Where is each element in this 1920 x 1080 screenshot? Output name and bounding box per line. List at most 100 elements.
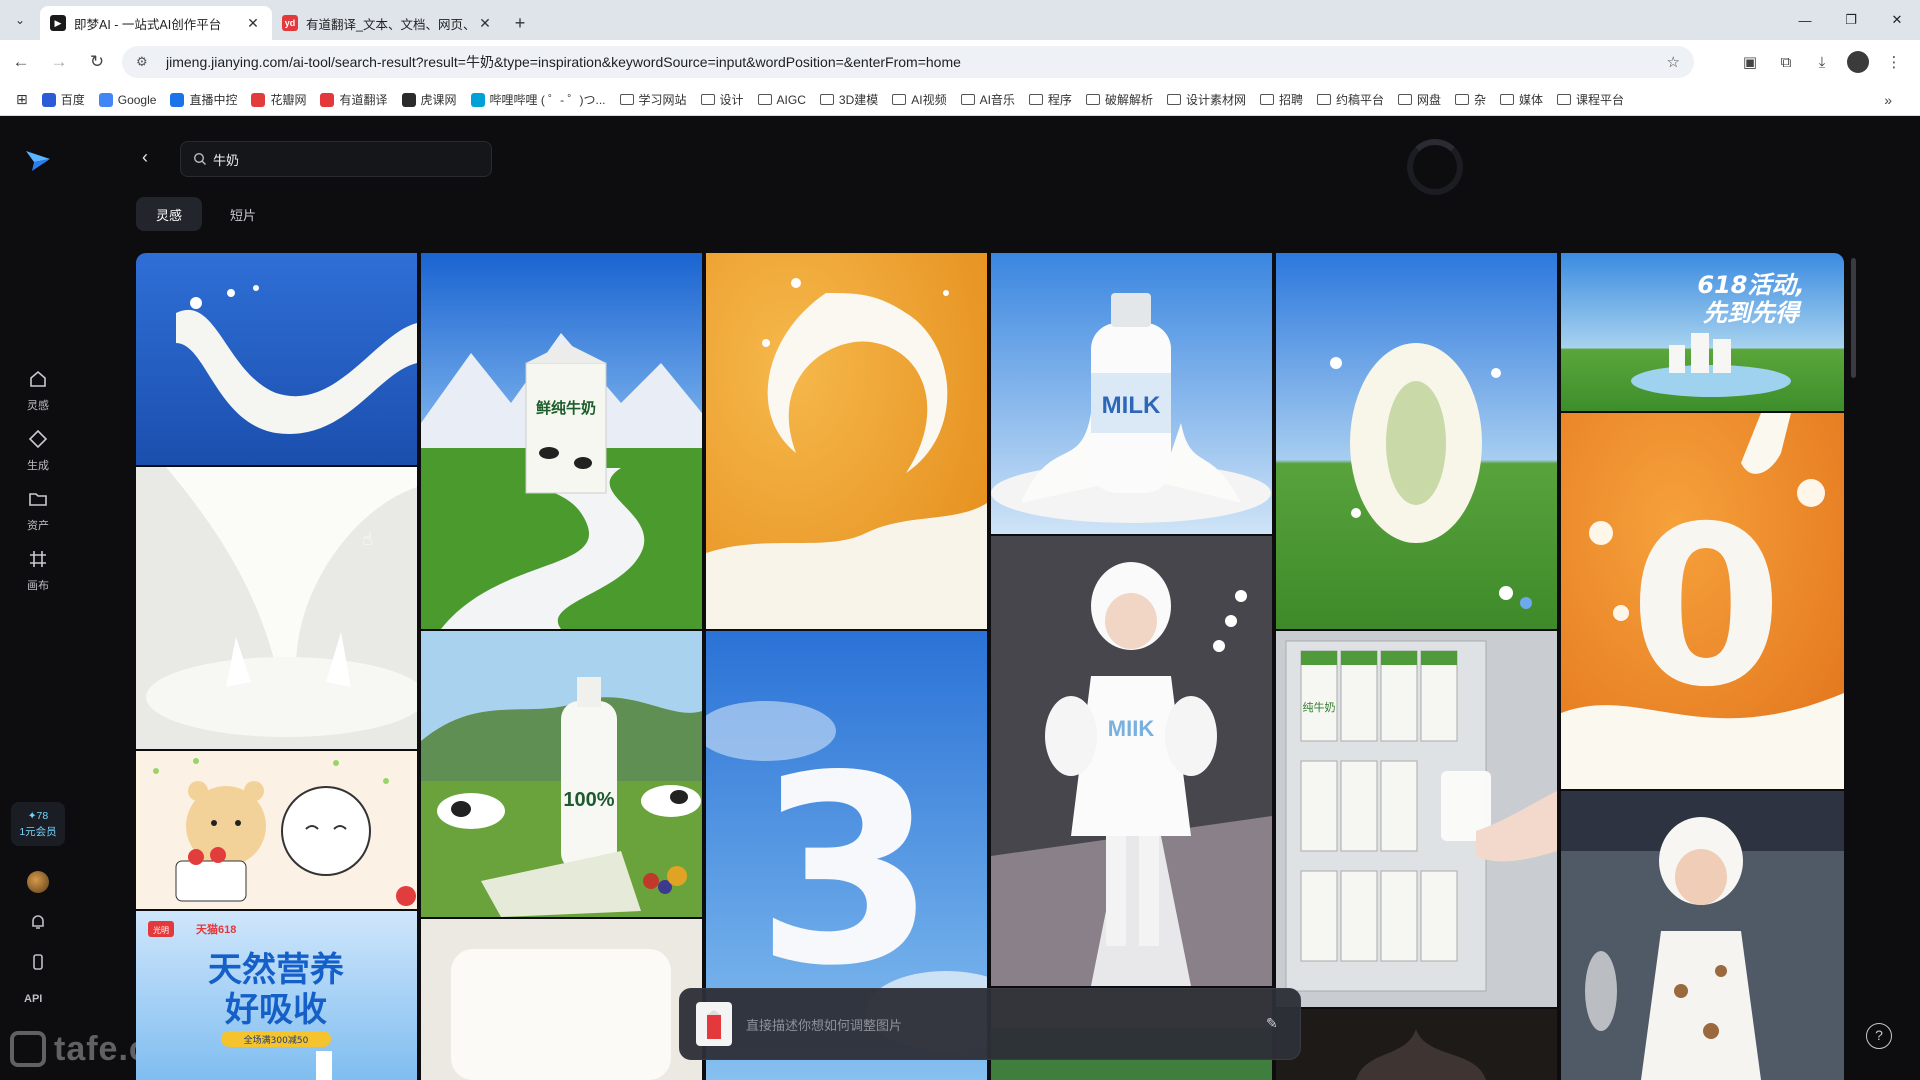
bookmark-item[interactable]: 杂 — [1455, 91, 1486, 108]
bookmark-item[interactable]: 招聘 — [1259, 91, 1303, 108]
big-number: 0 — [1629, 479, 1782, 735]
card-poster-tmall-618[interactable]: 光明 天猫618 天然营养 好吸收 全场满300减50 — [136, 911, 417, 1080]
card-bear-cake-cartoon[interactable] — [136, 751, 417, 909]
tab-search-chevron-icon[interactable]: ⌄ — [0, 0, 40, 40]
bookmark-label: 设计 — [719, 93, 744, 107]
card-orange-splash[interactable] — [706, 253, 987, 629]
profile-avatar[interactable] — [1847, 51, 1869, 73]
bookmark-item[interactable]: 破解解析 — [1085, 91, 1153, 108]
smoke-dark-image — [1276, 1009, 1557, 1080]
tab-inspiration[interactable]: 灵感 — [136, 197, 203, 231]
bookmark-label: 花瓣网 — [270, 93, 307, 107]
reference-thumbnail[interactable] — [696, 1002, 732, 1046]
bookmark-item[interactable]: 花瓣网 — [251, 91, 306, 108]
edit-prompt-box[interactable]: 直接描述你想如何调整图片 ✎ — [679, 988, 1301, 1060]
folder-icon — [892, 94, 907, 105]
bookmark-item[interactable]: 课程平台 — [1557, 91, 1624, 108]
bookmark-item[interactable]: 约稿平台 — [1316, 91, 1384, 108]
edit-pen-icon[interactable]: ✎ — [1266, 1015, 1284, 1033]
site-favicon-icon — [320, 92, 335, 107]
bookmark-item[interactable]: 程序 — [1028, 91, 1072, 108]
bookmark-label: 程序 — [1047, 93, 1072, 107]
bell-icon[interactable] — [28, 912, 48, 932]
tab-title: 有道翻译_文本、文档、网页、 — [306, 17, 476, 32]
bookmark-item[interactable]: 设计 — [700, 91, 744, 108]
bookmark-star-icon[interactable]: ☆ — [1667, 53, 1680, 71]
bookmark-label: 课程平台 — [1576, 93, 1625, 107]
back-chevron-icon[interactable]: ‹ — [142, 147, 162, 167]
tab-short-film[interactable]: 短片 — [210, 197, 276, 231]
close-tab-icon[interactable]: ✕ — [244, 15, 262, 32]
extension-icon[interactable]: ▣ — [1732, 53, 1768, 71]
bookmark-item[interactable]: 有道翻译 — [320, 91, 388, 108]
card-number-0-orange[interactable]: 0 — [1561, 413, 1844, 789]
card-cream-blank[interactable] — [421, 919, 702, 1080]
card-milk-bottle-splash[interactable]: MILK — [991, 253, 1272, 534]
bookmark-label: 杂 — [1474, 93, 1487, 107]
api-link[interactable]: API — [24, 993, 42, 1005]
new-tab-plus-icon[interactable]: + — [504, 6, 536, 40]
help-icon[interactable]: ? — [1866, 1023, 1892, 1049]
bookmark-item[interactable]: 直播中控 — [170, 91, 237, 108]
bookmark-label: 约稿平台 — [1335, 93, 1384, 107]
site-favicon-icon — [251, 92, 266, 107]
download-icon[interactable]: ⤓ — [1804, 54, 1840, 71]
sidebar-item-canvas[interactable]: 画布 — [18, 549, 58, 593]
jimeng-logo-icon[interactable] — [24, 147, 52, 173]
grid-scrollbar[interactable] — [1851, 258, 1856, 378]
reload-icon[interactable]: ↻ — [80, 45, 114, 79]
bookmark-item[interactable]: AI视频 — [892, 91, 947, 108]
bookmark-item[interactable]: AIGC — [757, 92, 806, 107]
menu-kebab-icon[interactable]: ⋮ — [1876, 53, 1912, 71]
bookmark-item[interactable]: AI音乐 — [960, 91, 1015, 108]
puzzle-extensions-icon[interactable]: ⧉ — [1768, 54, 1804, 71]
card-smoke-dark[interactable] — [1276, 1009, 1557, 1080]
vip-badge[interactable]: ✦78 1元会员 — [11, 802, 65, 846]
address-bar[interactable]: ⚙ jimeng.jianying.com/ai-tool/search-res… — [122, 46, 1694, 78]
close-tab-icon[interactable]: ✕ — [476, 15, 494, 32]
youdao-favicon-icon: yd — [282, 15, 298, 31]
card-fridge-cartons[interactable]: 纯牛奶 — [1276, 631, 1557, 1007]
browser-tab-jimeng[interactable]: ▶ 即梦AI - 一站式AI创作平台 ✕ — [40, 6, 272, 40]
card-boy-runway[interactable] — [1561, 791, 1844, 1080]
folder-icon — [1028, 94, 1043, 105]
bookmark-item[interactable]: 虎课网 — [401, 91, 457, 108]
bookmark-item[interactable]: 百度 — [41, 91, 85, 108]
bookmark-item[interactable]: 网盘 — [1398, 91, 1441, 108]
card-milk-ring-grass[interactable] — [1276, 253, 1557, 629]
sidebar-item-inspiration[interactable]: 灵感 — [18, 369, 58, 413]
bookmark-item[interactable]: 哔哩哔哩 ( ゜- ゜)つ... — [470, 91, 606, 108]
bookmark-item[interactable]: Google — [98, 92, 156, 107]
browser-tab-youdao[interactable]: yd 有道翻译_文本、文档、网页、 ✕ — [272, 6, 504, 40]
bookmark-label: AI视频 — [911, 93, 947, 107]
site-info-icon[interactable]: ⚙ — [136, 54, 156, 70]
back-arrow-icon[interactable]: ← — [4, 45, 38, 79]
bottle-label: 100% — [563, 789, 614, 811]
bookmark-label: 有道翻译 — [339, 93, 388, 107]
site-favicon-icon — [41, 92, 56, 107]
user-avatar[interactable] — [27, 871, 49, 893]
card-bottle-cows-field[interactable]: 100% — [421, 631, 702, 917]
card-milk-pour-splash[interactable] — [136, 467, 417, 749]
sidebar-item-assets[interactable]: 资产 — [18, 489, 58, 533]
card-carton-mountain[interactable]: 鲜纯牛奶 — [421, 253, 702, 629]
sidebar-item-generate[interactable]: 生成 — [18, 429, 58, 473]
minimize-icon[interactable]: — — [1782, 0, 1828, 40]
bookmark-item[interactable]: 媒体 — [1500, 91, 1543, 108]
bookmark-item[interactable]: 学习网站 — [619, 91, 687, 108]
restore-icon[interactable]: ❐ — [1828, 0, 1874, 40]
search-input[interactable]: 牛奶 — [180, 141, 492, 177]
bookmark-label: AIGC — [776, 92, 806, 107]
forward-arrow-icon[interactable]: → — [42, 45, 76, 79]
close-window-icon[interactable]: ✕ — [1874, 0, 1920, 40]
apps-grid-icon[interactable]: ⊞ — [16, 91, 28, 108]
card-milk-wave-blue[interactable] — [136, 253, 417, 465]
bookmark-item[interactable]: 3D建模 — [819, 91, 878, 108]
phone-icon[interactable] — [28, 952, 48, 972]
bookmark-item[interactable]: 设计素材网 — [1166, 91, 1246, 108]
bookmarks-overflow-icon[interactable]: » — [1884, 92, 1892, 108]
url-text: jimeng.jianying.com/ai-tool/search-resul… — [166, 54, 961, 70]
card-milk-girl-runway[interactable]: MIIK — [991, 536, 1272, 986]
card-poster-618-grass[interactable]: 618活动, 先到先得 — [1561, 253, 1844, 411]
carton-mountain-image: 鲜纯牛奶 — [421, 253, 702, 629]
